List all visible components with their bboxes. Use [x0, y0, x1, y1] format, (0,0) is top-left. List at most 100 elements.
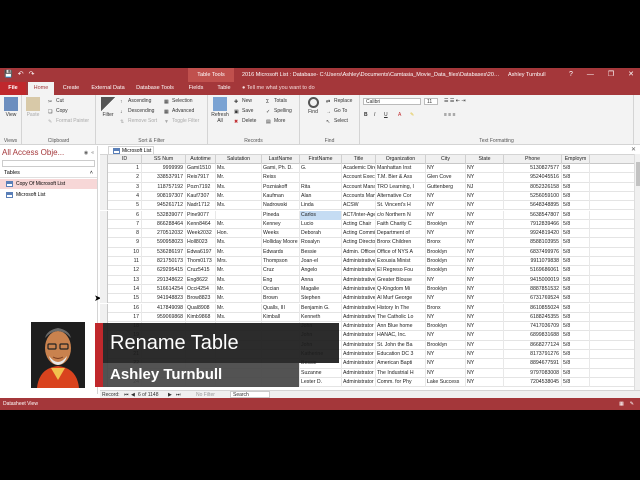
new-record-button[interactable]: ✚ New	[234, 98, 252, 105]
table-cell[interactable]: 629295415	[142, 266, 186, 276]
table-cell[interactable]: Exousia Minist	[376, 257, 426, 267]
table-cell[interactable]: Comm. for Phy	[376, 377, 426, 388]
table-cell[interactable]: Ms.	[216, 275, 262, 285]
table-row[interactable]: 8 270512032 Week2032 Hon. Weeks Deborah Acting…	[100, 229, 640, 239]
table-cell[interactable]: NY	[466, 312, 504, 323]
table-row[interactable]: 1 9999999 Gami1510 Ms. Gami, Ph. D. G. Academi…	[100, 164, 640, 174]
table-row[interactable]: 11 821750173 Thom0173 Mrs. Thompson Joan-el Ad…	[100, 257, 640, 267]
table-cell[interactable]: Mrs.	[216, 257, 262, 267]
table-cell[interactable]: 5/8	[562, 238, 590, 248]
more-button[interactable]: ▤ More	[266, 118, 285, 125]
table-cell[interactable]: 5/8	[562, 312, 590, 323]
row-selector[interactable]	[100, 182, 108, 192]
delete-record-button[interactable]: ✖ Delete	[234, 118, 256, 125]
table-cell[interactable]: Bronx Children	[376, 238, 426, 248]
column-header[interactable]: Organization	[376, 155, 426, 164]
row-selector[interactable]	[100, 312, 108, 323]
table-cell[interactable]: 866288464	[142, 219, 186, 230]
table-cell[interactable]: Ms.	[216, 201, 262, 211]
table-cell[interactable]: 8887851532	[504, 284, 562, 295]
table-cell[interactable]: ACSW	[342, 201, 376, 211]
scroll-thumb[interactable]	[636, 162, 640, 186]
table-cell[interactable]: 5	[108, 201, 142, 211]
table-cell[interactable]: Stephen	[300, 294, 342, 304]
refresh-all-button[interactable]: Refresh All	[211, 97, 229, 124]
row-selector[interactable]	[100, 238, 108, 248]
table-cell[interactable]: 9415000019	[504, 275, 562, 285]
table-cell[interactable]: 8173791276	[504, 350, 562, 360]
table-cell[interactable]: 821750173	[142, 257, 186, 267]
table-row[interactable]: 6 532839077 Pine9077 Pineda Carlos ACT/Inter-…	[100, 210, 640, 220]
table-cell[interactable]: Brooklyn	[426, 340, 466, 350]
table-cell[interactable]: Mr.	[216, 173, 262, 183]
table-cell[interactable]: El Regreso Fou	[376, 266, 426, 276]
table-cell[interactable]: 4	[108, 191, 142, 202]
table-cell[interactable]: Bronx	[426, 303, 466, 313]
table-cell[interactable]: Administrator	[342, 331, 376, 341]
table-cell[interactable]: Glen Cove	[426, 173, 466, 183]
table-cell[interactable]: NY	[466, 322, 504, 332]
table-cell[interactable]: 5/8	[562, 164, 590, 174]
list-format-icons[interactable]: ☰ ☰ ⇤ ⇥	[444, 98, 466, 105]
table-cell[interactable]: 5/8	[562, 266, 590, 276]
table-cell[interactable]: 338537917	[142, 173, 186, 183]
row-selector[interactable]	[100, 201, 108, 211]
table-cell[interactable]: Alan	[300, 191, 342, 202]
table-cell[interactable]: Eng	[262, 275, 300, 285]
table-cell[interactable]: 7912839466	[504, 219, 562, 230]
table-cell[interactable]: Administrative	[342, 294, 376, 304]
table-cell[interactable]: Ms.	[216, 312, 262, 323]
tab-create[interactable]: Create	[58, 82, 84, 95]
table-cell[interactable]: Mr.	[216, 294, 262, 304]
tab-table[interactable]: Table	[212, 82, 236, 95]
table-cell[interactable]: Magalie	[300, 284, 342, 295]
table-cell[interactable]: T.M. Bier & Ass	[376, 173, 426, 183]
copy-button[interactable]: ❏ Copy	[48, 108, 68, 115]
redo-icon[interactable]: ↷	[29, 71, 35, 79]
table-cell[interactable]: 7204538045	[504, 377, 562, 388]
table-cell[interactable]: 8668277124	[504, 340, 562, 350]
table-cell[interactable]: NY	[426, 229, 466, 239]
table-cell[interactable]: Pineda	[262, 210, 300, 220]
table-cell[interactable]: 5/8	[562, 368, 590, 378]
document-tab[interactable]: Microsoft List	[108, 146, 154, 154]
table-cell[interactable]: NY	[426, 191, 466, 202]
table-row[interactable]: 14 516614254 Occi4254 Mr. Occian Magalie Admin…	[100, 284, 640, 295]
table-cell[interactable]: 6837499976	[504, 247, 562, 257]
table-cell[interactable]: Kaufman	[262, 191, 300, 202]
nav-search-input[interactable]	[2, 160, 95, 167]
table-cell[interactable]: 6	[108, 210, 142, 220]
minimize-button[interactable]: —	[587, 68, 594, 82]
row-selector[interactable]	[100, 247, 108, 257]
table-cell[interactable]: NY	[466, 377, 504, 388]
table-cell[interactable]: Office of NYS A	[376, 247, 426, 257]
table-cell[interactable]: Deborah	[300, 229, 342, 239]
table-row[interactable]: 13 291348622 Eng8622 Ms. Eng Anna Administrati…	[100, 275, 640, 285]
close-document-icon[interactable]: ✕	[631, 146, 636, 153]
table-cell[interactable]: G.	[300, 164, 342, 174]
table-cell[interactable]: Cruz	[262, 266, 300, 276]
table-cell[interactable]: NY	[426, 210, 466, 220]
table-cell[interactable]: St. Vincent's H	[376, 201, 426, 211]
table-cell[interactable]: NY	[466, 238, 504, 248]
table-cell[interactable]: Mr.	[216, 303, 262, 313]
restore-button[interactable]: ❐	[608, 68, 614, 82]
help-icon[interactable]: ?	[569, 68, 573, 82]
table-cell[interactable]: Mr.	[216, 247, 262, 257]
tables-section-header[interactable]: Tables ˄	[0, 169, 97, 178]
table-cell[interactable]: The Catholic Lo	[376, 312, 426, 323]
replace-button[interactable]: ⇄ Replace	[326, 98, 352, 105]
tell-me-box[interactable]: ● Tell me what you want to do	[242, 82, 315, 95]
table-cell[interactable]: Pozn7192	[186, 182, 216, 192]
table-cell[interactable]: Lake Success	[426, 377, 466, 388]
table-cell[interactable]: 5/8	[562, 331, 590, 341]
table-cell[interactable]: 5/8	[562, 377, 590, 388]
table-cell[interactable]: Academic Dire	[342, 164, 376, 174]
table-cell[interactable]: NY	[426, 164, 466, 174]
table-cell[interactable]: Faith Charity C	[376, 219, 426, 230]
row-selector[interactable]	[100, 164, 108, 174]
table-cell[interactable]: Ann Blue home	[376, 322, 426, 332]
table-cell[interactable]: NY	[426, 275, 466, 285]
table-cell[interactable]: NY	[426, 350, 466, 360]
font-name-select[interactable]: Calibri	[363, 98, 421, 105]
